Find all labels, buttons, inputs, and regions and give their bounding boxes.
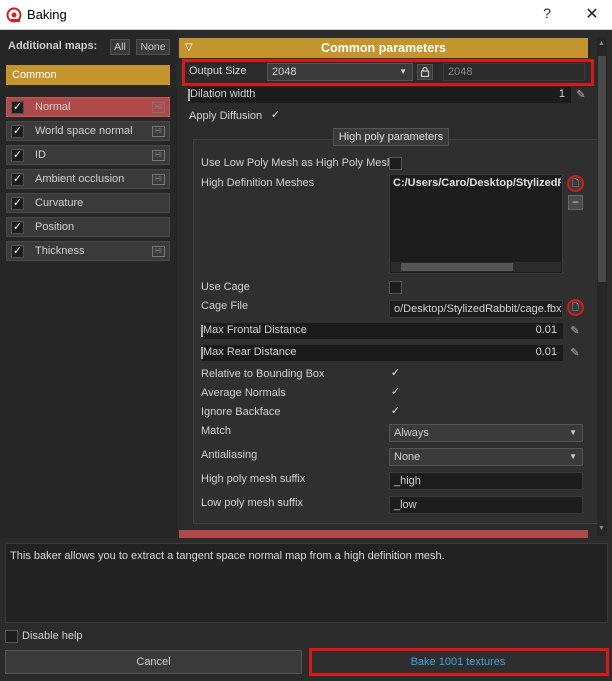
- hd-meshes-list[interactable]: C:/Users/Caro/Desktop/StylizedRa: [389, 174, 563, 274]
- file-icon[interactable]: 🗋: [567, 175, 584, 192]
- scroll-down-icon[interactable]: ▼: [598, 525, 605, 532]
- map-item-world-space-normal[interactable]: ✓ World space normal HI: [6, 121, 170, 141]
- map-item-normal[interactable]: ✓ Normal HI: [6, 97, 170, 117]
- disable-help-label: Disable help: [22, 630, 83, 642]
- max-rear-value: 0.01: [535, 346, 557, 358]
- hd-mesh-path[interactable]: C:/Users/Caro/Desktop/StylizedRa: [393, 177, 561, 189]
- vertical-scrollbar[interactable]: ▲ ▼: [597, 38, 607, 536]
- ignore-backface-label: Ignore Backface: [201, 406, 281, 418]
- scrollbar-thumb[interactable]: [598, 56, 606, 282]
- map-checkbox[interactable]: ✓: [11, 245, 24, 258]
- max-frontal-value: 0.01: [535, 324, 557, 336]
- high-suffix-label: High poly mesh suffix: [201, 473, 306, 485]
- relative-bbox-checkbox[interactable]: ✓: [389, 368, 402, 381]
- additional-maps-heading: Additional maps:: [8, 40, 98, 52]
- file-icon[interactable]: 🗋: [567, 299, 584, 316]
- match-dropdown[interactable]: Always ▼: [389, 424, 583, 442]
- high-poly-parameters-button[interactable]: High poly parameters: [333, 128, 449, 146]
- use-low-poly-checkbox[interactable]: [389, 157, 402, 170]
- use-cage-checkbox[interactable]: [389, 281, 402, 294]
- ignore-backface-checkbox[interactable]: ✓: [389, 406, 402, 419]
- select-none-button[interactable]: None: [136, 39, 170, 55]
- pencil-icon[interactable]: ✎: [568, 346, 582, 360]
- average-normals-label: Average Normals: [201, 387, 286, 399]
- close-button[interactable]: ✕: [582, 4, 602, 24]
- chevron-down-icon: ▼: [569, 428, 577, 437]
- dilation-width-label: Dilation width: [190, 88, 256, 100]
- map-label: ID: [35, 149, 46, 161]
- high-def-icon: HI: [152, 246, 165, 257]
- antialiasing-value: None: [394, 451, 421, 463]
- use-low-poly-label: Use Low Poly Mesh as High Poly Mesh: [201, 157, 393, 169]
- cage-file-field[interactable]: o/Desktop/StylizedRabbit/cage.fbx: [389, 300, 563, 318]
- map-item-position[interactable]: ✓ Position: [6, 217, 170, 237]
- map-label: Curvature: [35, 197, 84, 209]
- apply-diffusion-label: Apply Diffusion: [189, 110, 263, 122]
- high-def-icon: HI: [152, 150, 165, 161]
- pencil-icon[interactable]: ✎: [568, 324, 582, 338]
- map-label: World space normal: [35, 125, 133, 137]
- max-frontal-distance-slider[interactable]: Max Frontal Distance 0.01: [201, 323, 563, 339]
- substance-app-icon: [6, 7, 22, 23]
- map-checkbox[interactable]: ✓: [11, 221, 24, 234]
- low-suffix-label: Low poly mesh suffix: [201, 497, 303, 509]
- help-text: This baker allows you to extract a tange…: [10, 550, 445, 562]
- use-cage-label: Use Cage: [201, 281, 250, 293]
- scrollbar-thumb[interactable]: [401, 263, 513, 271]
- map-label: Thickness: [35, 245, 85, 257]
- collapse-chevron-icon[interactable]: ▽: [185, 38, 193, 58]
- map-checkbox[interactable]: ✓: [11, 173, 24, 186]
- bake-button-highlight: [309, 648, 609, 676]
- help-text-area: This baker allows you to extract a tange…: [5, 543, 608, 623]
- window-title: Baking: [27, 7, 67, 22]
- max-rear-label: Max Rear Distance: [203, 346, 297, 358]
- section-title: Common parameters: [320, 41, 447, 55]
- help-button[interactable]: ?: [538, 5, 556, 25]
- low-suffix-field[interactable]: _low: [389, 496, 583, 514]
- map-checkbox[interactable]: ✓: [11, 149, 24, 162]
- map-checkbox[interactable]: ✓: [11, 101, 24, 114]
- dilation-width-slider[interactable]: Dilation width 1: [188, 87, 571, 103]
- average-normals-checkbox[interactable]: ✓: [389, 387, 402, 400]
- antialiasing-label: Antialiasing: [201, 449, 258, 461]
- high-def-icon: HI: [152, 126, 165, 137]
- map-checkbox[interactable]: ✓: [11, 125, 24, 138]
- horizontal-scrollbar[interactable]: [391, 262, 561, 272]
- common-group-button[interactable]: Common: [6, 65, 170, 85]
- map-label: Normal: [35, 101, 71, 113]
- scroll-up-icon[interactable]: ▲: [598, 40, 605, 47]
- apply-diffusion-checkbox[interactable]: ✓: [269, 110, 282, 123]
- map-item-ambient-occlusion[interactable]: ✓ Ambient occlusion HI: [6, 169, 170, 189]
- output-size-highlight: [182, 59, 594, 86]
- title-bar: Baking ? ✕: [0, 0, 612, 30]
- high-suffix-field[interactable]: _high: [389, 472, 583, 490]
- cancel-button[interactable]: Cancel: [5, 650, 302, 674]
- remove-mesh-button[interactable]: −: [568, 195, 583, 210]
- map-label: Position: [35, 221, 75, 233]
- pencil-icon[interactable]: ✎: [574, 88, 588, 102]
- antialiasing-dropdown[interactable]: None ▼: [389, 448, 583, 466]
- common-parameters-header[interactable]: ▽ Common parameters: [179, 38, 588, 58]
- map-item-curvature[interactable]: ✓ Curvature: [6, 193, 170, 213]
- match-value: Always: [394, 427, 429, 439]
- high-def-icon: HI: [152, 102, 165, 113]
- map-checkbox[interactable]: ✓: [11, 197, 24, 210]
- next-section-header[interactable]: [179, 530, 588, 538]
- map-label: Ambient occlusion: [35, 173, 125, 185]
- max-rear-distance-slider[interactable]: Max Rear Distance 0.01: [201, 345, 563, 361]
- maps-panel: Additional maps: All None Common ✓ Norma…: [0, 30, 177, 538]
- max-frontal-label: Max Frontal Distance: [203, 324, 307, 336]
- disable-help-checkbox[interactable]: [5, 630, 18, 643]
- map-item-id[interactable]: ✓ ID HI: [6, 145, 170, 165]
- chevron-down-icon: ▼: [569, 452, 577, 461]
- match-label: Match: [201, 425, 231, 437]
- select-all-button[interactable]: All: [110, 39, 130, 55]
- cage-file-label: Cage File: [201, 300, 249, 312]
- map-item-thickness[interactable]: ✓ Thickness HI: [6, 241, 170, 261]
- hd-meshes-label: High Definition Meshes: [201, 177, 315, 189]
- relative-bbox-label: Relative to Bounding Box: [201, 368, 325, 380]
- parameters-panel: ▽ Common parameters Output Size 2048 ▼ 2…: [178, 30, 612, 538]
- dilation-width-value: 1: [558, 88, 565, 100]
- high-def-icon: HI: [152, 174, 165, 185]
